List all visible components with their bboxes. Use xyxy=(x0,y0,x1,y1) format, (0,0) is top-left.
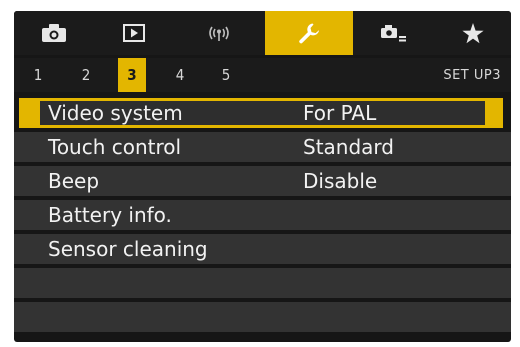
camera-menu-screen: 1 2 3 4 5 SET UP3 Video system For PAL T… xyxy=(14,11,511,342)
tab-wireless[interactable] xyxy=(174,11,264,55)
tab-shooting[interactable] xyxy=(14,11,94,55)
menu-item-touch-control[interactable]: Touch control Standard xyxy=(14,132,511,162)
selection-highlight-left xyxy=(19,98,40,128)
menu-item-value: Disable xyxy=(303,169,378,193)
menu-item-label: Sensor cleaning xyxy=(48,237,208,261)
star-icon xyxy=(461,22,484,43)
subpage-4[interactable]: 4 xyxy=(170,58,190,92)
tab-playback[interactable] xyxy=(94,11,174,55)
subpage-1[interactable]: 1 xyxy=(28,58,48,92)
menu-item-value: For PAL xyxy=(303,101,377,125)
menu-item-label: Battery info. xyxy=(48,203,172,227)
tab-custom-functions[interactable] xyxy=(354,11,434,55)
menu-item-empty xyxy=(14,268,511,298)
subpage-bar: 1 2 3 4 5 SET UP3 xyxy=(14,58,511,92)
menu-item-battery-info[interactable]: Battery info. xyxy=(14,200,511,230)
menu-item-label: Video system xyxy=(48,101,183,125)
menu-item-sensor-cleaning[interactable]: Sensor cleaning xyxy=(14,234,511,264)
page-code: SET UP3 xyxy=(443,67,501,83)
camera-icon xyxy=(42,24,66,42)
menu-item-video-system[interactable]: Video system For PAL xyxy=(14,98,511,128)
menu-item-label: Beep xyxy=(48,169,100,193)
menu-item-empty xyxy=(14,302,511,332)
menu-item-value: Standard xyxy=(303,135,394,159)
menu-tab-bar xyxy=(14,11,511,55)
custom-functions-icon xyxy=(381,25,406,42)
subpage-5[interactable]: 5 xyxy=(216,58,236,92)
wireless-icon xyxy=(209,26,229,41)
menu-item-label: Touch control xyxy=(48,135,182,159)
tab-my-menu[interactable] xyxy=(434,11,511,55)
playback-icon xyxy=(123,24,145,42)
menu-item-beep[interactable]: Beep Disable xyxy=(14,166,511,196)
subpage-2[interactable]: 2 xyxy=(76,58,96,92)
tab-setup[interactable] xyxy=(265,11,353,55)
wrench-icon xyxy=(299,23,320,44)
subpage-3[interactable]: 3 xyxy=(118,58,146,92)
selection-highlight-right xyxy=(485,98,503,128)
